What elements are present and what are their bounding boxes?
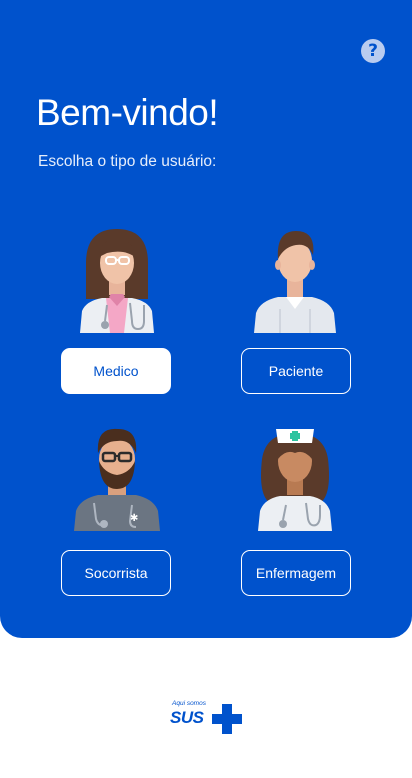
role-medico-button[interactable]: Medico — [61, 348, 171, 394]
role-enfermagem-button[interactable]: Enfermagem — [241, 550, 351, 596]
page-title: Bem-vindo! — [36, 92, 219, 133]
role-paciente-button[interactable]: Paciente — [241, 348, 351, 394]
svg-text:✱: ✱ — [130, 513, 138, 524]
nurse-avatar-icon[interactable] — [250, 423, 340, 535]
sus-logo: Aqui somos SUS — [170, 700, 244, 734]
patient-avatar-icon[interactable] — [250, 225, 340, 337]
logo-text: SUS — [170, 708, 204, 727]
paramedic-avatar-icon[interactable]: ✱ — [72, 423, 162, 535]
logo-tagline: Aqui somos — [172, 700, 206, 707]
doctor-avatar-icon[interactable] — [72, 225, 162, 337]
page-subtitle: Escolha o tipo de usuário: — [38, 153, 217, 170]
help-question-icon[interactable]: ? — [361, 39, 385, 63]
sus-cross-icon — [212, 704, 242, 734]
role-socorrista-button[interactable]: Socorrista — [61, 550, 171, 596]
